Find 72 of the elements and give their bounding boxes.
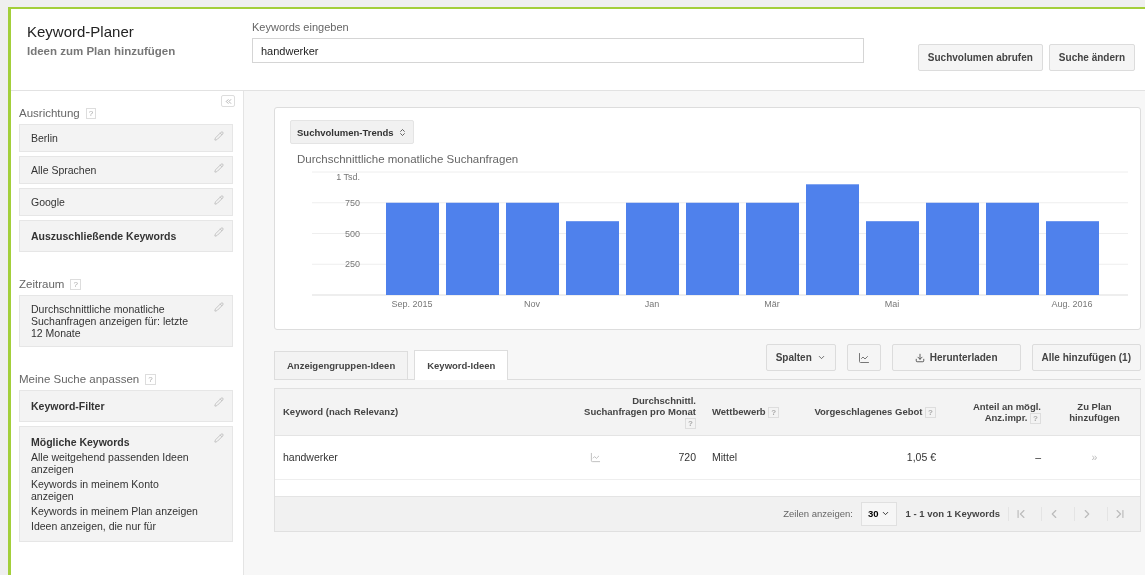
section-title: Ausrichtung [19, 107, 80, 119]
setting-option: Alle weitgehend passenden Ideen anzeigen [31, 451, 202, 475]
columns-button[interactable]: Spalten [765, 344, 836, 371]
column-header[interactable]: Anteil an mögl. Anz.impr. ? [944, 389, 1049, 435]
download-button[interactable]: Herunterladen [891, 344, 1021, 371]
x-axis-label: Jan [644, 299, 660, 309]
download-icon [914, 352, 925, 363]
pencil-icon[interactable] [214, 163, 224, 173]
page-subtitle: Ideen zum Plan hinzufügen [27, 45, 177, 57]
setting-label: Berlin [31, 132, 59, 144]
pencil-icon[interactable] [214, 227, 224, 237]
column-header[interactable]: Wettbewerb ? [704, 389, 794, 435]
pencil-icon[interactable] [214, 302, 224, 312]
share-cell: – [944, 435, 1049, 479]
y-axis-label: 750 [344, 197, 360, 208]
x-axis-label: Mai [884, 299, 900, 309]
setting-option: Keywords in meinem Konto anzeigen [31, 478, 202, 502]
column-header[interactable]: Vorgeschlagenes Gebot ? [794, 389, 944, 435]
keyword-cell: handwerker [275, 435, 572, 479]
field-label: Keywords eingeben [252, 21, 350, 33]
page-title: Keyword-Planer [27, 23, 135, 40]
column-header[interactable]: Durchschnittl. Suchanfragen pro Monat ? [572, 389, 704, 435]
rows-label: Zeilen anzeigen: [783, 508, 853, 519]
column-header[interactable]: Zu Plan hinzufügen [1049, 389, 1140, 435]
setting-card[interactable]: Keyword-Filter [19, 390, 233, 422]
pencil-icon[interactable] [214, 433, 224, 443]
competition-cell: Mittel [704, 435, 794, 479]
pencil-icon[interactable] [214, 397, 224, 407]
pencil-icon[interactable] [214, 195, 224, 205]
keyword-input[interactable]: handwerker [252, 38, 864, 63]
setting-card[interactable]: Mögliche Keywords Alle weitgehend passenden Ideen anzeigen Keywords in meinem Konto anzeigen Keywords in meinem Plan anzeigen Ideen anzeigen, die nur für [19, 426, 233, 542]
setting-option: Keywords in meinem Plan anzeigen [31, 505, 202, 517]
section-title: Zeitraum [19, 278, 65, 290]
x-axis-label: Sep. 2015 [391, 299, 433, 309]
column-header[interactable]: Keyword (nach Relevanz) [275, 389, 572, 435]
chart-icon[interactable] [846, 344, 881, 371]
header-button[interactable]: Suche ändern [1048, 44, 1135, 71]
x-axis-label: Aug. 2016 [1051, 299, 1093, 309]
caret-icon [881, 509, 891, 518]
y-axis-label: 500 [344, 228, 360, 239]
y-axis-label: 1 Tsd. [336, 172, 360, 182]
setting-label: Google [31, 196, 66, 208]
rows-select[interactable]: 30 [860, 501, 898, 526]
pencil-icon[interactable] [214, 131, 224, 141]
up-down-icon [397, 127, 407, 137]
collapse-icon[interactable] [221, 95, 235, 107]
setting-card[interactable]: Alle Sprachen [19, 156, 233, 184]
tab[interactable]: Keyword-Ideen [414, 350, 509, 380]
setting-label: Durchschnittliche monatliche Suchanfragen anzeigen für: letzte 12 Monate [31, 303, 190, 339]
setting-card[interactable]: Auszuschließende Keywords [19, 220, 233, 252]
bid-cell: 1,05 € [794, 435, 944, 479]
add-all-button[interactable]: Alle hinzufügen (1) [1031, 344, 1141, 371]
setting-label: Mögliche Keywords [31, 436, 131, 448]
chart-title: Durchschnittliche monatliche Suchanfragen [297, 153, 520, 165]
header-button[interactable]: Suchvolumen abrufen [917, 44, 1043, 71]
x-axis-label: Nov [524, 299, 540, 309]
setting-label: Keyword-Filter [31, 400, 106, 412]
searches-value: 720 [678, 451, 696, 463]
setting-label: Alle Sprachen [31, 164, 98, 176]
section-title: Meine Suche anpassen [19, 373, 140, 385]
y-axis-label: 250 [344, 259, 360, 270]
setting-card[interactable]: Berlin [19, 124, 233, 152]
setting-label: Auszuschließende Keywords [31, 230, 178, 242]
chart-type-select[interactable]: Suchvolumen-Trends [290, 120, 414, 144]
setting-card[interactable]: Google [19, 188, 233, 216]
x-axis-label: Mär [764, 299, 780, 309]
tab[interactable]: Anzeigengruppen-Ideen [274, 351, 409, 379]
setting-card[interactable]: Durchschnittliche monatliche Suchanfragen anzeigen für: letzte 12 Monate [19, 295, 233, 347]
caret-icon [816, 353, 826, 362]
trend-icon[interactable] [590, 451, 601, 463]
result-range: 1 - 1 von 1 Keywords [905, 508, 1000, 519]
setting-option: Ideen anzeigen, die nur für [31, 520, 202, 532]
